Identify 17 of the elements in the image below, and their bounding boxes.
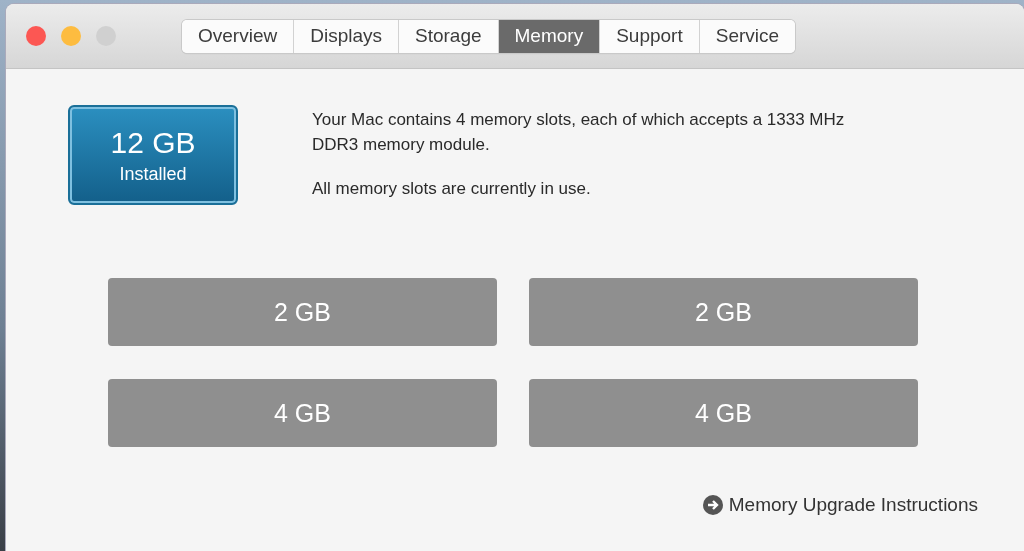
tab[interactable]: Storage bbox=[398, 19, 498, 53]
description-text: Your Mac contains 4 memory slots, each of which accepts a 1333 MHz DDR3 memory module. bbox=[312, 109, 846, 156]
minimize-button[interactable] bbox=[61, 26, 81, 46]
tab[interactable]: Displays bbox=[293, 19, 398, 53]
tab[interactable]: Service bbox=[698, 19, 796, 53]
tab[interactable]: Support bbox=[599, 19, 699, 53]
memory-slot: 2 GB bbox=[529, 278, 918, 346]
installed-label: Installed bbox=[119, 163, 187, 185]
memory-amount: 12 GB bbox=[110, 125, 196, 160]
memory-slot: 4 GB bbox=[529, 379, 918, 447]
description-text: All memory slots are currently in use. bbox=[312, 178, 592, 200]
tab[interactable]: Overview bbox=[182, 19, 294, 53]
memory-slot: 2 GB bbox=[108, 278, 497, 346]
arrow-circle-icon bbox=[702, 495, 723, 515]
close-button[interactable] bbox=[26, 26, 46, 46]
tab[interactable]: Memory bbox=[497, 19, 600, 53]
memory-slot: 4 GB bbox=[108, 379, 497, 447]
